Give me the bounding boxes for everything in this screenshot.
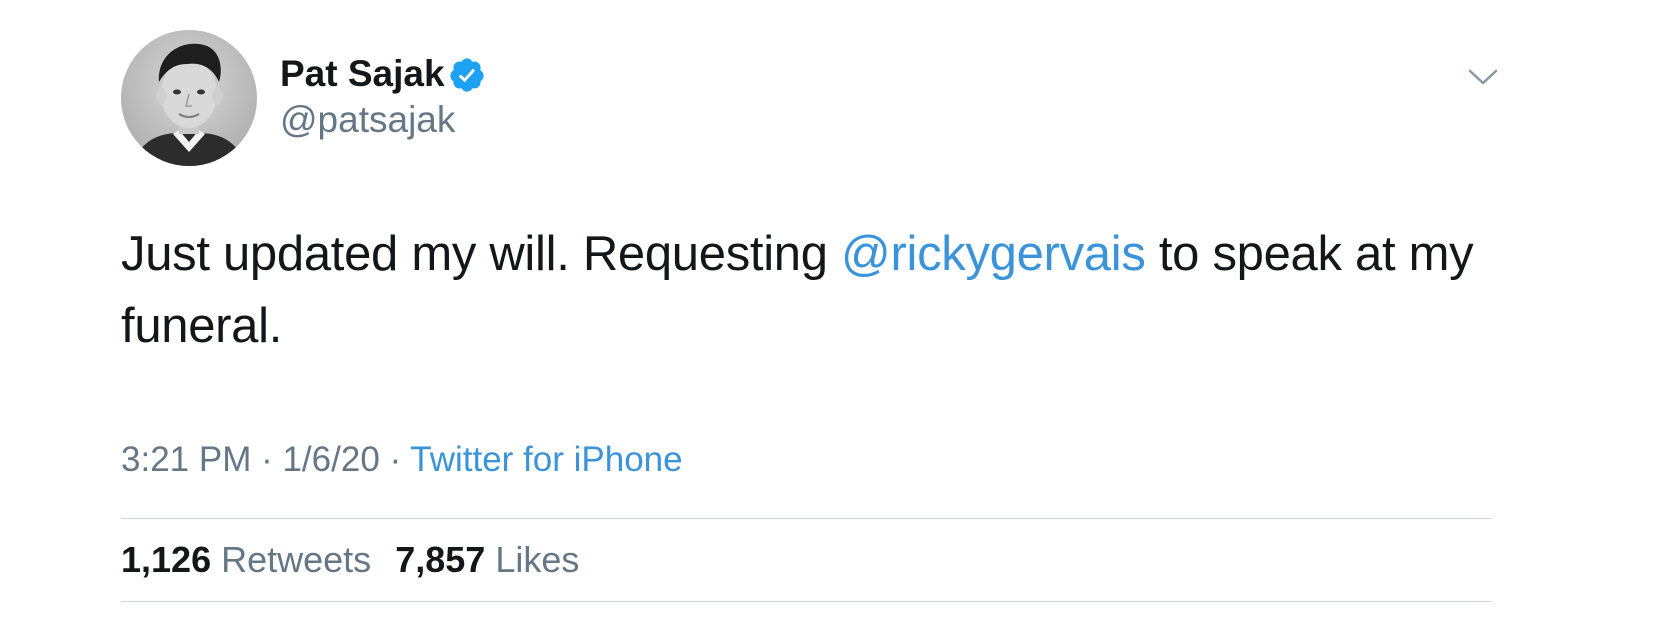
display-name[interactable]: Pat Sajak — [280, 52, 445, 96]
tweet-text: Just updated my will. Requesting @rickyg… — [121, 218, 1501, 362]
chevron-down-icon[interactable] — [1466, 62, 1500, 92]
verified-badge-icon — [450, 58, 484, 92]
retweets-stat[interactable]: 1,126 Retweets — [121, 538, 371, 582]
retweets-count: 1,126 — [121, 539, 212, 580]
avatar[interactable] — [121, 30, 257, 166]
likes-stat[interactable]: 7,857 Likes — [395, 538, 579, 582]
divider — [121, 518, 1492, 519]
source-link[interactable]: Twitter for iPhone — [410, 440, 682, 479]
tweet-card: Pat Sajak @patsajak Just updated my will… — [0, 0, 1657, 638]
tweet-meta: 3:21 PM · 1/6/20 · Twitter for iPhone — [121, 438, 683, 482]
retweets-label: Retweets — [221, 539, 372, 580]
tweet-stats: 1,126 Retweets 7,857 Likes — [121, 538, 593, 582]
mention-link[interactable]: @rickygervais — [841, 227, 1146, 281]
divider — [121, 601, 1492, 602]
likes-label: Likes — [495, 539, 580, 580]
tweet-date[interactable]: 1/6/20 — [282, 440, 379, 479]
meta-separator: · — [379, 440, 411, 479]
likes-count: 7,857 — [395, 539, 486, 580]
profile-photo-icon — [121, 30, 257, 166]
tweet-time[interactable]: 3:21 PM — [121, 440, 251, 479]
user-handle[interactable]: @patsajak — [280, 98, 455, 142]
meta-separator: · — [251, 440, 283, 479]
tweet-text-before: Just updated my will. Requesting — [121, 227, 842, 281]
